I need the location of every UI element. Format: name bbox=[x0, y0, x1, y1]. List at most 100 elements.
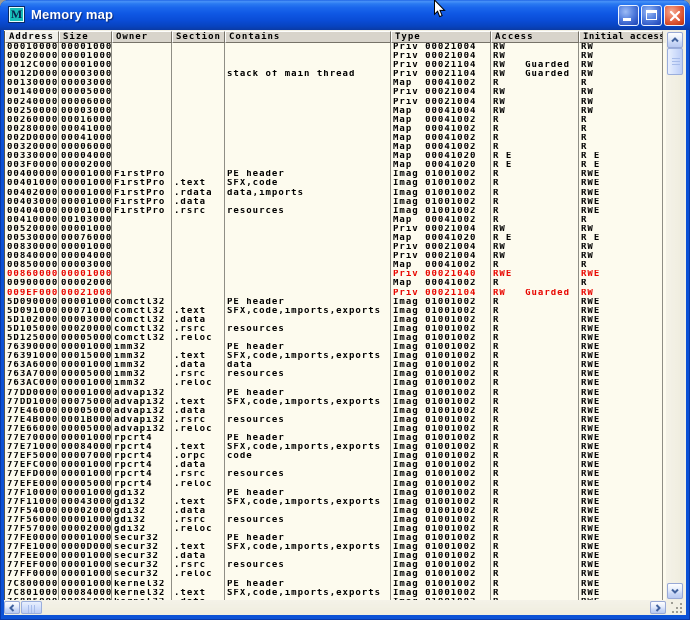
table-row[interactable]: 77E7100000084000rpcrt4.textSFX,code,impo… bbox=[5, 443, 666, 452]
table-row[interactable]: 003F000000002000Map 00041020R ER E bbox=[5, 161, 666, 170]
cell-type: Imag 01001002 bbox=[391, 407, 491, 416]
table-row[interactable]: 0040300000001000FirstPro.dataImag 010010… bbox=[5, 198, 666, 207]
column-header-size[interactable]: Size bbox=[59, 31, 112, 43]
cell-initial_access: RWE bbox=[579, 352, 663, 361]
cell-type: Imag 01001002 bbox=[391, 325, 491, 334]
vertical-scroll-thumb[interactable] bbox=[667, 48, 683, 75]
table-row[interactable]: 0014000000005000Priv 00021004RWRW bbox=[5, 88, 666, 97]
cell-access: RW bbox=[491, 43, 579, 52]
cell-address: 77F57000 bbox=[5, 525, 59, 534]
table-row[interactable]: 0028000000041000Map 00041002RR bbox=[5, 125, 666, 134]
table-row[interactable]: 77FF000000001000secur32.relocImag 010010… bbox=[5, 570, 666, 579]
table-row[interactable]: 0002000000001000Priv 00021004RWRW bbox=[5, 52, 666, 61]
table-row[interactable]: 77FEF00000001000secur32.rsrcresourcesIma… bbox=[5, 561, 666, 570]
table-row[interactable]: 0032000000006000Map 00041002RR bbox=[5, 143, 666, 152]
column-header-initial-access[interactable]: Initial access bbox=[579, 31, 663, 43]
scroll-left-button[interactable] bbox=[4, 601, 20, 614]
table-row[interactable]: 7C80100000084000kernel32.textSFX,code,im… bbox=[5, 589, 666, 598]
table-row[interactable]: 0084000000004000Priv 00021004RWRW bbox=[5, 252, 666, 261]
scroll-right-button[interactable] bbox=[650, 601, 666, 614]
table-row[interactable]: 0052000000001000Priv 00021004RWRW bbox=[5, 225, 666, 234]
minimize-button[interactable] bbox=[618, 5, 639, 26]
table-row[interactable]: 77EFD00000001000rpcrt4.rsrcresourcesImag… bbox=[5, 470, 666, 479]
table-row[interactable]: 77F5400000002000gdi32.dataImag 01001002R… bbox=[5, 507, 666, 516]
scroll-down-button[interactable] bbox=[667, 583, 683, 599]
scroll-up-button[interactable] bbox=[667, 32, 683, 48]
column-header-contains[interactable]: Contains bbox=[225, 31, 391, 43]
table-row[interactable]: 77DD100000075000advapi32.textSFX,code,im… bbox=[5, 398, 666, 407]
maximize-button[interactable] bbox=[641, 5, 662, 26]
table-row[interactable]: 7639100000015000imm32.textSFX,code,impor… bbox=[5, 352, 666, 361]
column-header-owner[interactable]: Owner bbox=[112, 31, 172, 43]
resize-grip[interactable] bbox=[666, 600, 686, 615]
table-row[interactable]: 77E4600000005000advapi32.dataImag 010010… bbox=[5, 407, 666, 416]
table-row[interactable]: 77EFC00000001000rpcrt4.dataImag 01001002… bbox=[5, 461, 666, 470]
table-row[interactable]: 0040000000001000FirstProPE headerImag 01… bbox=[5, 170, 666, 179]
title-bar[interactable]: M Memory map bbox=[0, 0, 690, 30]
table-row[interactable]: 009EF00000021000Priv 00021104RW GuardedR… bbox=[5, 289, 666, 298]
table-row[interactable]: 77DD000000001000advapi32PE headerImag 01… bbox=[5, 389, 666, 398]
table-row[interactable]: 77FE000000001000secur32PE headerImag 010… bbox=[5, 534, 666, 543]
table-row[interactable]: 0085000000003000Map 00041002RR bbox=[5, 261, 666, 270]
table-row[interactable]: 763A600000001000imm32.datadataImag 01001… bbox=[5, 361, 666, 370]
cell-owner bbox=[112, 98, 172, 107]
cell-address: 77F10000 bbox=[5, 489, 59, 498]
table-row[interactable]: 763A700000005000imm32.rsrcresourcesImag … bbox=[5, 370, 666, 379]
table-row[interactable]: 0025000000003000Map 00041004RWRW bbox=[5, 107, 666, 116]
cell-access: R bbox=[491, 589, 579, 598]
cell-address: 77E71000 bbox=[5, 443, 59, 452]
table-row[interactable]: 5D12500000005000comctl32.relocImag 01001… bbox=[5, 334, 666, 343]
table-row[interactable]: 5D10500000020000comctl32.rsrcresourcesIm… bbox=[5, 325, 666, 334]
cell-address: 00140000 bbox=[5, 88, 59, 97]
table-row[interactable]: 77F1000000001000gdi32PE headerImag 01001… bbox=[5, 489, 666, 498]
table-row[interactable]: 0041000000103000Map 00041002RR bbox=[5, 216, 666, 225]
cell-owner bbox=[112, 234, 172, 243]
table-row[interactable]: 77FEE00000001000secur32.dataImag 0100100… bbox=[5, 552, 666, 561]
table-row[interactable]: 0053000000076000Map 00041020R ER E bbox=[5, 234, 666, 243]
column-header-address[interactable]: Address bbox=[5, 31, 59, 43]
column-header-section[interactable]: Section bbox=[172, 31, 225, 43]
table-row[interactable]: 002D000000041000Map 00041002RR bbox=[5, 134, 666, 143]
table-row[interactable]: 0012C00000001000Priv 00021104RW GuardedR… bbox=[5, 61, 666, 70]
table-row[interactable]: 7C80000000001000kernel32PE headerImag 01… bbox=[5, 580, 666, 589]
table-row[interactable]: 0033000000004000Map 00041020R ER E bbox=[5, 152, 666, 161]
table-row[interactable]: 0090000000002000Map 00041002RR bbox=[5, 279, 666, 288]
table-row[interactable]: 0012D00000003000stack of main threadPriv… bbox=[5, 70, 666, 79]
horizontal-scroll-thumb[interactable] bbox=[21, 601, 42, 614]
table-row[interactable]: 5D09000000001000comctl32PE headerImag 01… bbox=[5, 298, 666, 307]
column-header-access[interactable]: Access bbox=[491, 31, 579, 43]
horizontal-scrollbar[interactable] bbox=[4, 600, 666, 615]
table-row[interactable]: 5D10200000003000comctl32.dataImag 010010… bbox=[5, 316, 666, 325]
table-row[interactable]: 0040200000001000FirstPro.rdatadata,impor… bbox=[5, 189, 666, 198]
table-row[interactable]: 77E4B0000001B000advapi32.rsrcresourcesIm… bbox=[5, 416, 666, 425]
table-row[interactable]: 0040100000001000FirstPro.textSFX,codeIma… bbox=[5, 179, 666, 188]
cell-size: 00001000 bbox=[59, 570, 112, 579]
table-row[interactable]: 77E6600000005000advapi32.relocImag 01001… bbox=[5, 425, 666, 434]
vertical-scrollbar[interactable] bbox=[666, 31, 684, 600]
close-button[interactable] bbox=[664, 5, 685, 26]
table-row[interactable]: 77E7000000001000rpcrt4PE headerImag 0100… bbox=[5, 434, 666, 443]
table-row[interactable]: 5D09100000071000comctl32.textSFX,code,im… bbox=[5, 307, 666, 316]
table-row[interactable]: 0001000000001000Priv 00021004RWRW bbox=[5, 43, 666, 52]
table-row[interactable]: 0013000000003000Map 00041002RR bbox=[5, 79, 666, 88]
table-row[interactable]: 77F1100000043000gdi32.textSFX,code,impor… bbox=[5, 498, 666, 507]
cell-owner: FirstPro bbox=[112, 170, 172, 179]
table-row[interactable]: 763AC00000001000imm32.relocImag 01001002… bbox=[5, 379, 666, 388]
table-row[interactable]: 0026000000016000Map 00041002RR bbox=[5, 116, 666, 125]
cell-address: 76391000 bbox=[5, 352, 59, 361]
table-row[interactable]: 0083000000001000Priv 00021004RWRW bbox=[5, 243, 666, 252]
table-row[interactable]: 77FE10000000D000secur32.textSFX,code,imp… bbox=[5, 543, 666, 552]
table-row[interactable]: 7639000000001000imm32PE headerImag 01001… bbox=[5, 343, 666, 352]
column-header-label: Access bbox=[495, 32, 534, 42]
table-row[interactable]: 0086000000001000Priv 00021040RWERWE bbox=[5, 270, 666, 279]
table-row[interactable]: 77EFE00000005000rpcrt4.relocImag 0100100… bbox=[5, 480, 666, 489]
cell-initial_access: RWE bbox=[579, 425, 663, 434]
cell-contains bbox=[225, 116, 391, 125]
cell-type: Imag 01001002 bbox=[391, 298, 491, 307]
table-row[interactable]: 77EF500000007000rpcrt4.orpccodeImag 0100… bbox=[5, 452, 666, 461]
table-row[interactable]: 0024000000006000Priv 00021004RWRW bbox=[5, 98, 666, 107]
table-row[interactable]: 77F5700000002000gdi32.relocImag 01001002… bbox=[5, 525, 666, 534]
table-row[interactable]: 0040400000001000FirstPro.rsrcresourcesIm… bbox=[5, 207, 666, 216]
table-row[interactable]: 77F5600000001000gdi32.rsrcresourcesImag … bbox=[5, 516, 666, 525]
column-header-type[interactable]: Type bbox=[391, 31, 491, 43]
